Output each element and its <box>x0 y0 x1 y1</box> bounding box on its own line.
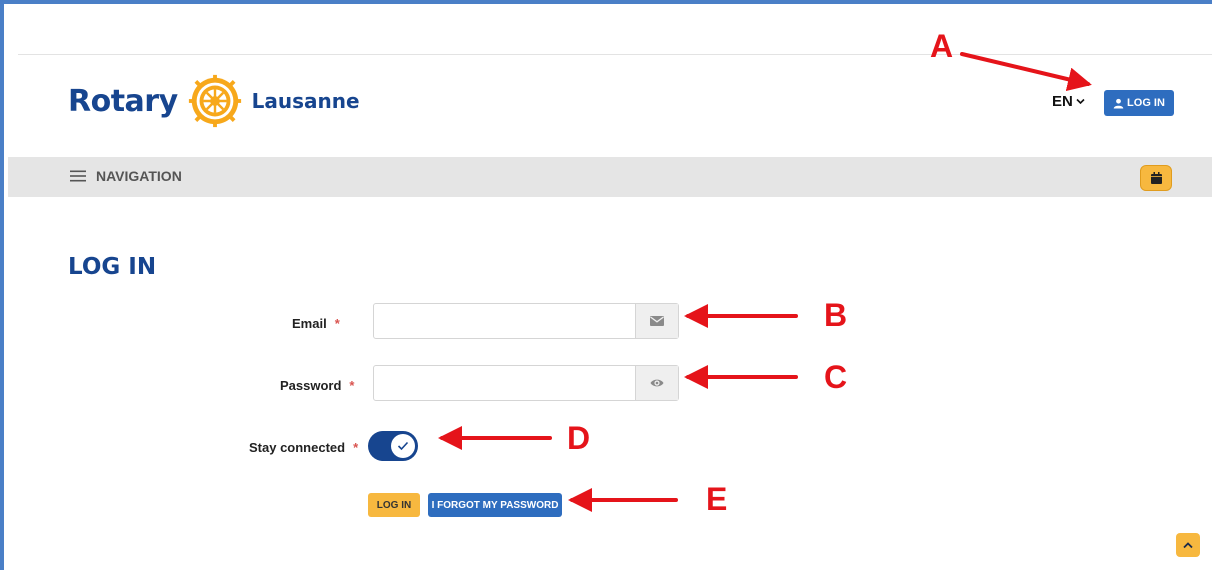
password-label: Password * <box>280 378 354 393</box>
password-field[interactable] <box>374 366 635 400</box>
page-frame: Rotary Lausanne EN LOG IN NAVIGATION LOG… <box>0 0 1212 570</box>
email-label: Email * <box>292 316 340 331</box>
rotary-wheel-icon <box>188 74 241 128</box>
language-label: EN <box>1052 93 1073 110</box>
password-visibility-toggle[interactable] <box>635 366 678 400</box>
user-icon <box>1113 98 1124 109</box>
eye-icon <box>650 379 664 387</box>
language-selector[interactable]: EN <box>1052 93 1085 110</box>
check-icon <box>397 441 409 451</box>
toggle-knob <box>391 434 415 458</box>
header-login-button[interactable]: LOG IN <box>1104 90 1174 116</box>
stay-connected-toggle[interactable] <box>368 431 418 461</box>
email-field[interactable] <box>374 304 635 338</box>
annotation-label-e: E <box>706 481 728 517</box>
annotation-label-a: A <box>930 28 954 64</box>
login-button[interactable]: LOG IN <box>368 493 420 517</box>
logo-city: Lausanne <box>251 89 360 113</box>
navigation-bar: NAVIGATION <box>8 157 1212 197</box>
email-addon <box>635 304 678 338</box>
hamburger-icon <box>70 170 86 182</box>
calendar-button[interactable] <box>1140 165 1172 191</box>
forgot-password-button[interactable]: I FORGOT MY PASSWORD <box>428 493 562 517</box>
scroll-to-top-button[interactable] <box>1176 533 1200 557</box>
navigation-label: NAVIGATION <box>96 168 182 184</box>
navigation-menu-toggle[interactable]: NAVIGATION <box>70 168 182 184</box>
page-title: LOG IN <box>68 254 157 280</box>
calendar-icon <box>1150 172 1162 184</box>
site-logo[interactable]: Rotary Lausanne <box>68 70 360 132</box>
annotation-label-b: B <box>824 297 848 333</box>
email-label-text: Email <box>292 316 327 331</box>
envelope-icon <box>650 316 664 326</box>
annotation-label-c: C <box>824 359 848 395</box>
annotation-label-d: D <box>567 420 591 456</box>
required-marker: * <box>353 440 359 455</box>
password-label-text: Password <box>280 378 342 393</box>
email-field-group <box>373 303 679 339</box>
required-marker: * <box>334 316 340 331</box>
stay-connected-label: Stay connected * <box>249 440 358 455</box>
password-field-group <box>373 365 679 401</box>
required-marker: * <box>349 378 355 393</box>
logo-wordmark: Rotary <box>68 83 178 119</box>
chevron-up-icon <box>1183 541 1193 548</box>
chevron-down-icon <box>1076 98 1085 105</box>
stay-connected-label-text: Stay connected <box>249 440 346 455</box>
header-login-label: LOG IN <box>1127 97 1165 109</box>
top-divider <box>18 54 1212 55</box>
